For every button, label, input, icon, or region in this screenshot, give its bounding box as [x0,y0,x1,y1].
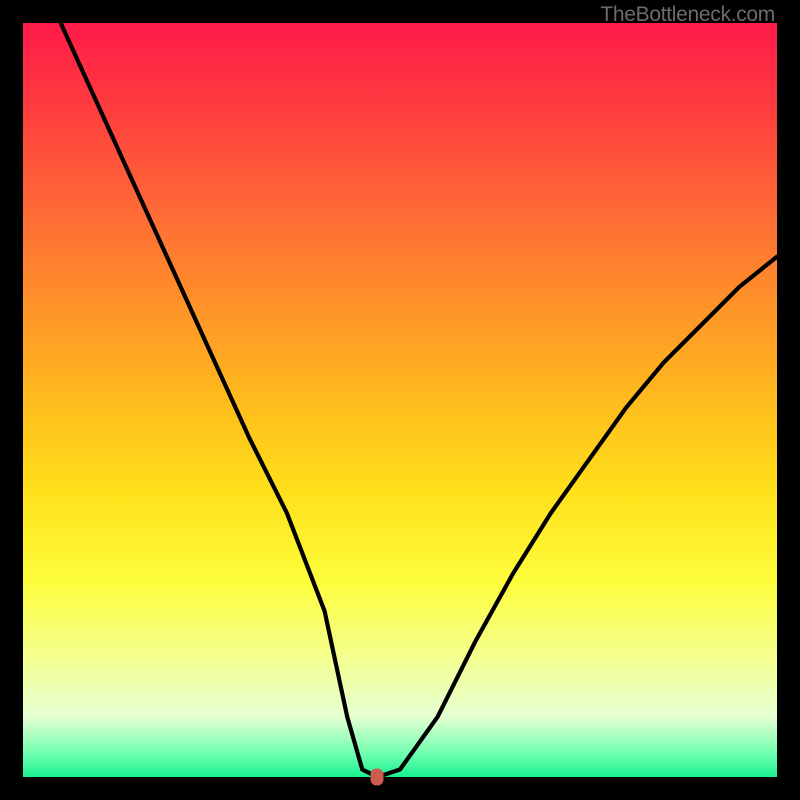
watermark-text: TheBottleneck.com [600,3,775,27]
plot-area [23,23,777,777]
chart-frame: TheBottleneck.com [0,0,800,800]
bottleneck-curve [23,23,777,777]
optimum-marker [371,769,384,786]
